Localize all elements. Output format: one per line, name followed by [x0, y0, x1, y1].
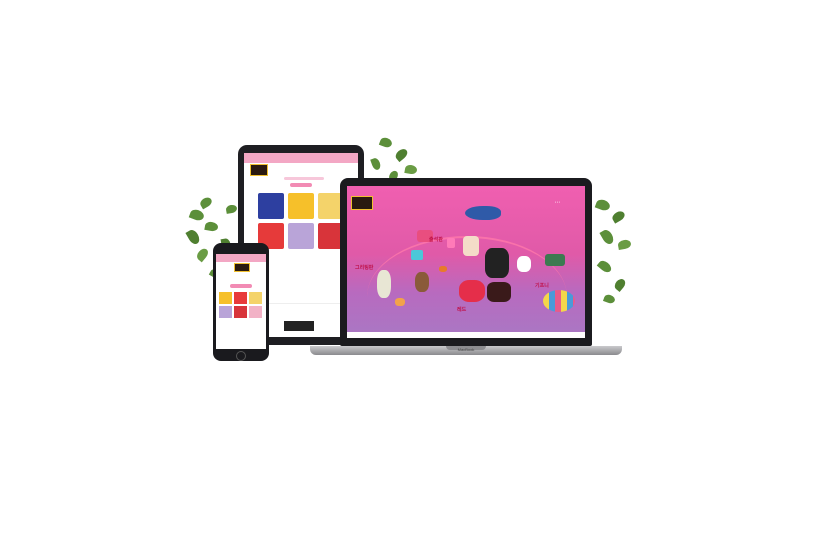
tablet-button[interactable] — [290, 183, 312, 187]
phone-header-bar — [216, 254, 266, 262]
screen-label: 기프니 — [535, 283, 549, 289]
phone-device — [213, 243, 269, 361]
tablet-product-grid — [258, 193, 346, 249]
toy-sticker[interactable] — [545, 254, 565, 266]
character-sticker[interactable] — [463, 236, 479, 256]
screen-label: 레드 — [457, 307, 467, 313]
product-thumb[interactable] — [219, 306, 232, 318]
phone-screen — [216, 254, 266, 349]
butterfly-sticker[interactable] — [395, 298, 405, 306]
figure-sticker[interactable] — [485, 248, 509, 278]
blue-sticker[interactable] — [411, 250, 423, 260]
product-thumb[interactable] — [249, 292, 262, 304]
tablet-logo — [250, 164, 268, 176]
laptop-lid: ▪ ▪ ▪ 출석판 그리팅판 레드 기프니 — [340, 178, 592, 346]
screen-label: 그리팅판 — [355, 265, 374, 271]
butterfly-sticker[interactable] — [439, 266, 447, 272]
owl-sticker[interactable] — [415, 272, 429, 292]
product-thumb[interactable] — [288, 223, 314, 249]
tablet-banner — [284, 321, 314, 331]
product-thumb[interactable] — [234, 306, 247, 318]
phone-product-grid — [219, 292, 263, 318]
phone-logo — [234, 263, 250, 272]
brand-label: MacBook — [457, 347, 475, 352]
product-thumb[interactable] — [249, 306, 262, 318]
site-logo[interactable] — [351, 196, 373, 210]
laptop-footer — [347, 332, 585, 338]
phone-button[interactable] — [230, 284, 252, 288]
product-thumb[interactable] — [219, 292, 232, 304]
heart-sticker[interactable] — [447, 238, 455, 248]
whale-sticker[interactable] — [465, 206, 501, 220]
product-thumb[interactable] — [258, 193, 284, 219]
red-sticker[interactable] — [459, 280, 485, 302]
top-menu[interactable]: ▪ ▪ ▪ — [555, 200, 560, 204]
product-thumb[interactable] — [288, 193, 314, 219]
phone-home-button[interactable] — [236, 351, 246, 361]
dark-figure-sticker[interactable] — [487, 282, 511, 302]
doll-sticker[interactable] — [377, 270, 391, 298]
product-thumb[interactable] — [234, 292, 247, 304]
screen-label: 출석판 — [429, 237, 443, 243]
cat-sticker[interactable] — [517, 256, 531, 272]
tablet-nav — [284, 177, 324, 180]
laptop-screen: ▪ ▪ ▪ 출석판 그리팅판 레드 기프니 — [347, 186, 585, 338]
group-sticker[interactable] — [543, 290, 575, 312]
tablet-header-bar — [244, 153, 358, 163]
